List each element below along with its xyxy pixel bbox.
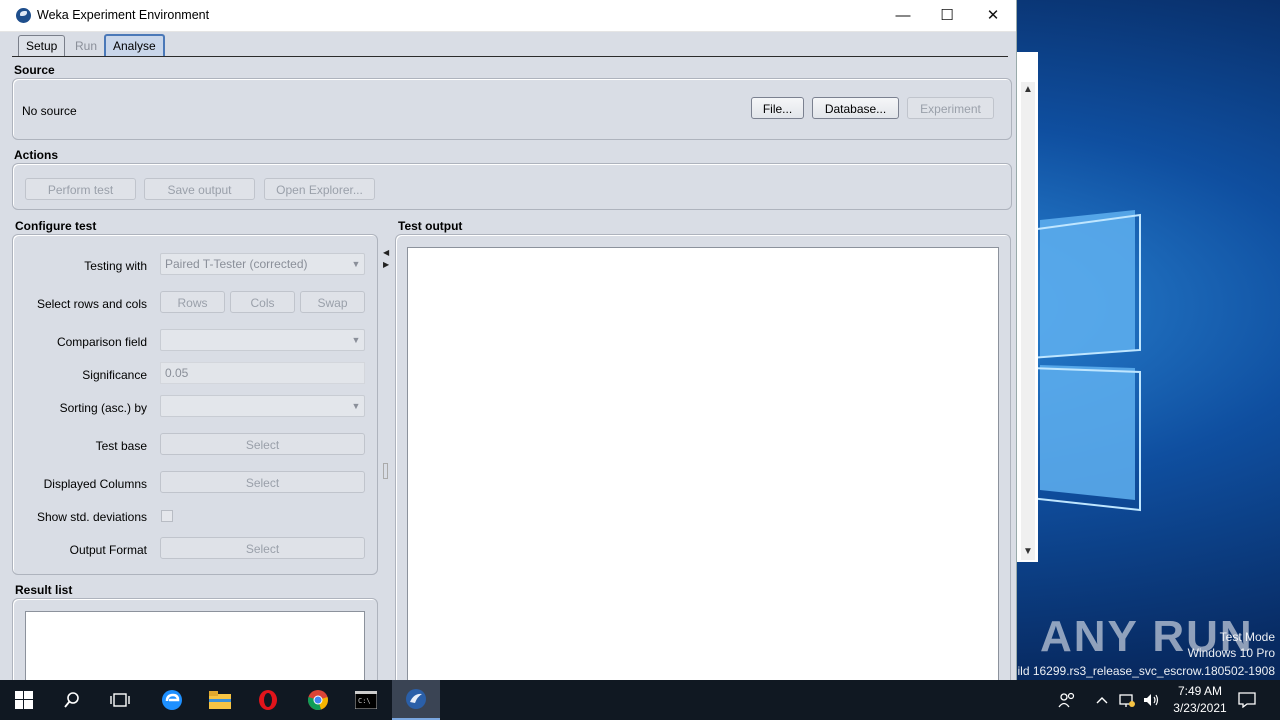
clock-date: 3/23/2021 — [1173, 701, 1227, 715]
testing-with-label: Testing with — [84, 259, 147, 273]
save-output-button[interactable]: Save output — [144, 178, 255, 200]
weka-app-icon — [16, 8, 31, 23]
clock[interactable]: 7:49 AM 3/23/2021 — [1160, 683, 1240, 717]
background-window-edge: ▲ ▼ — [1016, 52, 1038, 562]
configure-title: Configure test — [15, 219, 97, 233]
testing-with-select[interactable]: Paired T-Tester (corrected) ▼ — [160, 253, 365, 275]
weka-icon[interactable] — [392, 680, 440, 720]
opera-icon[interactable] — [244, 680, 292, 720]
actions-title: Actions — [14, 148, 59, 162]
test-base-select-button[interactable]: Select — [160, 433, 365, 455]
perform-test-button[interactable]: Perform test — [25, 178, 136, 200]
sorting-select[interactable]: ▼ — [160, 395, 365, 417]
show-std-checkbox[interactable] — [161, 510, 173, 522]
edge-icon[interactable] — [148, 680, 196, 720]
scroll-down-icon[interactable]: ▼ — [1021, 546, 1035, 560]
chevron-down-icon: ▼ — [351, 259, 361, 269]
result-list-panel — [12, 598, 378, 680]
select-rows-cols-label: Select rows and cols — [36, 297, 147, 311]
people-icon[interactable] — [1058, 680, 1076, 720]
start-icon[interactable] — [0, 680, 48, 720]
output-format-label: Output Format — [69, 543, 147, 557]
source-title: Source — [14, 63, 55, 77]
volume-icon[interactable] — [1142, 680, 1160, 720]
test-base-label: Test base — [95, 439, 147, 453]
show-hidden-icons-icon[interactable] — [1096, 680, 1108, 720]
weka-experiment-window: Weka Experiment Environment — ☐ ✕ Setup … — [0, 0, 1017, 680]
result-list-title: Result list — [15, 583, 73, 597]
testing-with-value: Paired T-Tester (corrected) — [165, 257, 308, 271]
background-scrollbar[interactable] — [1021, 82, 1035, 560]
cmd-icon[interactable]: C:\ — [342, 680, 390, 720]
rows-button[interactable]: Rows — [160, 291, 225, 313]
maximize-button[interactable]: ☐ — [924, 0, 970, 31]
watermark-line1: Test Mode — [1219, 630, 1275, 644]
split-pane-divider[interactable]: ◀ ▶ — [381, 215, 390, 680]
chevron-down-icon: ▼ — [351, 401, 361, 411]
cols-button[interactable]: Cols — [230, 291, 295, 313]
task-view-icon[interactable] — [96, 680, 144, 720]
tab-analyse[interactable]: Analyse — [104, 34, 165, 56]
file-button[interactable]: File... — [751, 97, 804, 119]
watermark-line2: Windows 10 Pro — [1187, 646, 1275, 660]
source-panel: No source File... Database... Experiment — [12, 78, 1012, 140]
minimize-button[interactable]: — — [880, 0, 926, 31]
show-std-label: Show std. deviations — [36, 510, 147, 524]
output-format-select-button[interactable]: Select — [160, 537, 365, 559]
actions-panel: Perform test Save output Open Explorer..… — [12, 163, 1012, 210]
window-title: Weka Experiment Environment — [37, 8, 210, 22]
clock-time: 7:49 AM — [1177, 684, 1223, 698]
search-icon[interactable] — [48, 680, 96, 720]
windows-logo-wallpaper — [1030, 210, 1141, 512]
database-button[interactable]: Database... — [812, 97, 899, 119]
test-output-panel — [395, 234, 1011, 680]
sorting-label: Sorting (asc.) by — [59, 401, 147, 415]
displayed-columns-label: Displayed Columns — [43, 477, 147, 491]
tab-setup[interactable]: Setup — [18, 35, 66, 56]
tab-run[interactable]: Run — [67, 35, 105, 56]
source-status: No source — [22, 104, 77, 118]
svg-text:C:\: C:\ — [358, 697, 371, 705]
file-explorer-icon[interactable] — [196, 680, 244, 720]
significance-label: Significance — [82, 368, 147, 382]
chevron-down-icon: ▼ — [351, 335, 361, 345]
scroll-up-icon[interactable]: ▲ — [1021, 84, 1035, 98]
displayed-columns-select-button[interactable]: Select — [160, 471, 365, 493]
comparison-field-select[interactable]: ▼ — [160, 329, 365, 351]
divider-grip[interactable] — [383, 463, 388, 479]
collapse-left-icon[interactable]: ◀ — [383, 248, 389, 257]
watermark-line3: Build 16299.rs3_release_svc_escrow.18050… — [1002, 664, 1275, 678]
experiment-button[interactable]: Experiment — [907, 97, 994, 119]
result-list-box[interactable] — [25, 611, 365, 680]
taskbar: C:\ 7:49 AM 3/23/2021 — [0, 680, 1280, 720]
significance-input[interactable]: 0.05 — [160, 362, 365, 384]
configure-panel: Testing with Paired T-Tester (corrected)… — [12, 234, 378, 575]
test-output-area[interactable] — [407, 247, 999, 680]
open-explorer-button[interactable]: Open Explorer... — [264, 178, 375, 200]
network-icon[interactable] — [1118, 680, 1136, 720]
collapse-right-icon[interactable]: ▶ — [383, 260, 389, 269]
notifications-icon[interactable] — [1238, 680, 1256, 720]
swap-button[interactable]: Swap — [300, 291, 365, 313]
comparison-field-label: Comparison field — [56, 335, 147, 349]
title-bar[interactable]: Weka Experiment Environment — ☐ ✕ — [0, 0, 1016, 32]
test-output-title: Test output — [398, 219, 463, 233]
chrome-icon[interactable] — [294, 680, 342, 720]
tab-bar: Setup Run Analyse — [0, 32, 1016, 58]
close-button[interactable]: ✕ — [970, 0, 1016, 31]
